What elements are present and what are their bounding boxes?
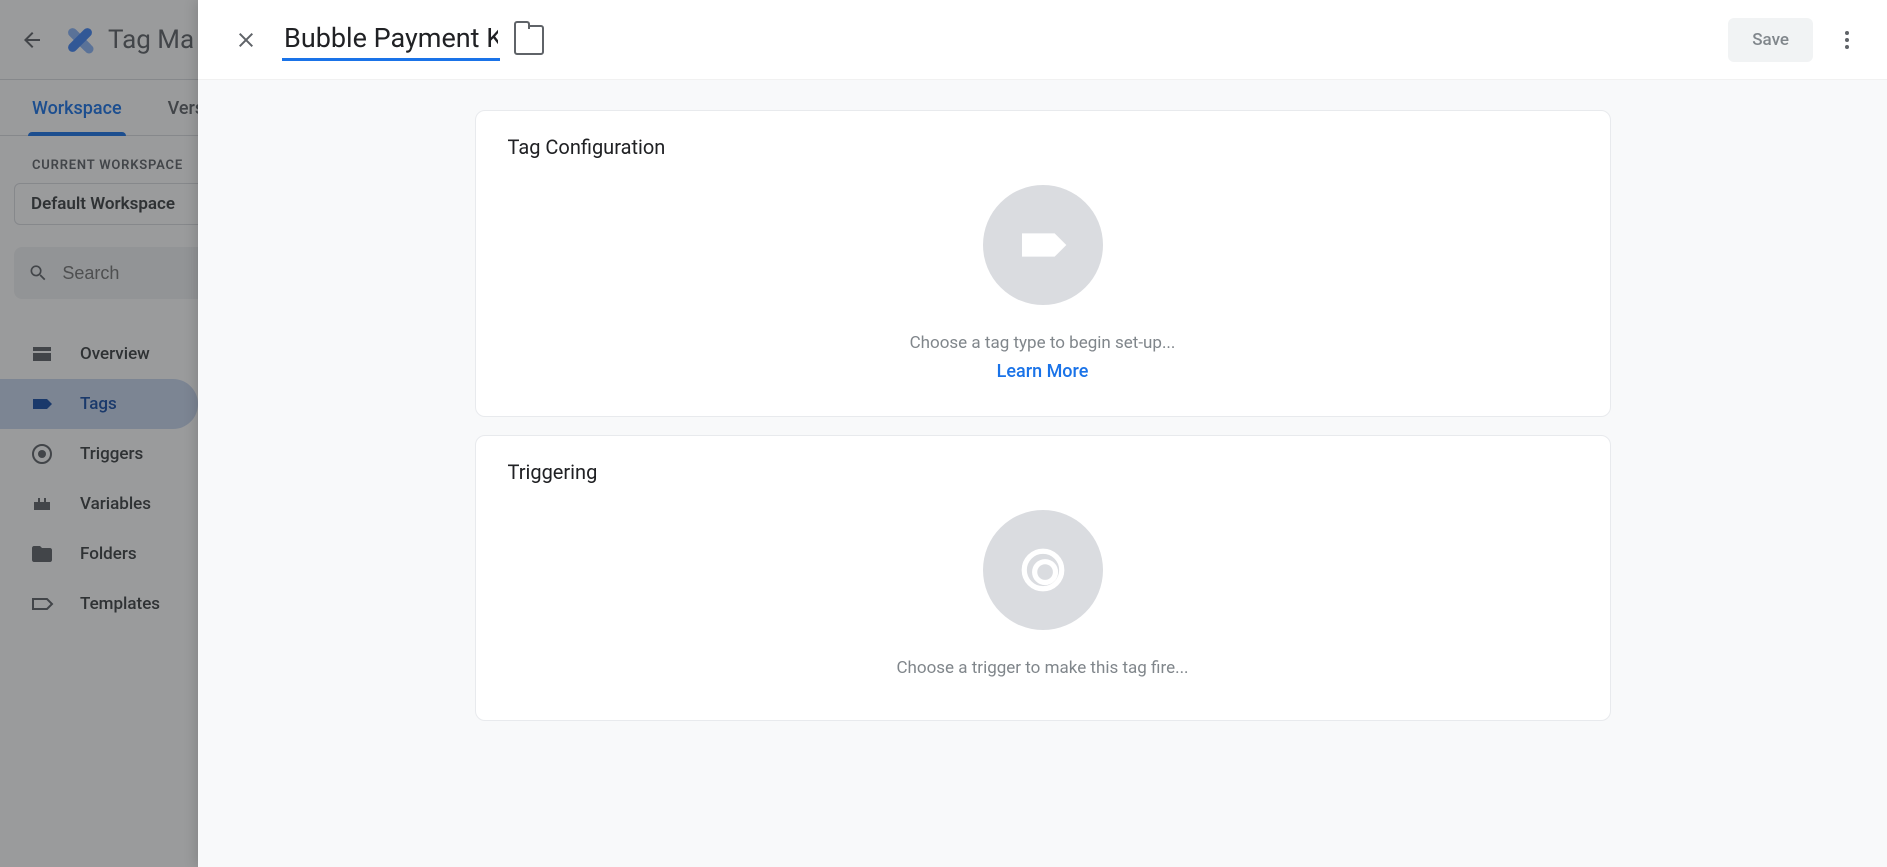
tag-editor-panel: Save Tag Configuration Choose a tag type… xyxy=(198,0,1887,867)
tag-config-empty-state: Choose a tag type to begin set-up... Lea… xyxy=(508,179,1578,382)
empty-icon-circle xyxy=(983,510,1103,630)
folder-picker-button[interactable] xyxy=(514,25,544,55)
empty-hint: Choose a tag type to begin set-up... xyxy=(910,333,1176,353)
learn-more-link[interactable]: Learn More xyxy=(997,361,1089,382)
more-menu-button[interactable] xyxy=(1827,20,1867,60)
empty-hint: Choose a trigger to make this tag fire..… xyxy=(896,658,1188,678)
panel-header: Save xyxy=(198,0,1887,80)
title-wrap xyxy=(282,18,544,61)
close-icon xyxy=(234,28,258,52)
close-button[interactable] xyxy=(226,20,266,60)
card-title: Triggering xyxy=(508,460,1578,484)
tag-name-input[interactable] xyxy=(282,18,500,61)
save-button[interactable]: Save xyxy=(1728,18,1813,62)
tag-configuration-card[interactable]: Tag Configuration Choose a tag type to b… xyxy=(475,110,1611,417)
empty-icon-circle xyxy=(983,185,1103,305)
tag-icon xyxy=(1015,217,1071,273)
trigger-icon xyxy=(1018,545,1068,595)
panel-body: Tag Configuration Choose a tag type to b… xyxy=(198,80,1887,867)
card-title: Tag Configuration xyxy=(508,135,1578,159)
triggering-card[interactable]: Triggering Choose a trigger to make this… xyxy=(475,435,1611,721)
more-vert-icon xyxy=(1835,28,1859,52)
triggering-empty-state: Choose a trigger to make this tag fire..… xyxy=(508,504,1578,686)
